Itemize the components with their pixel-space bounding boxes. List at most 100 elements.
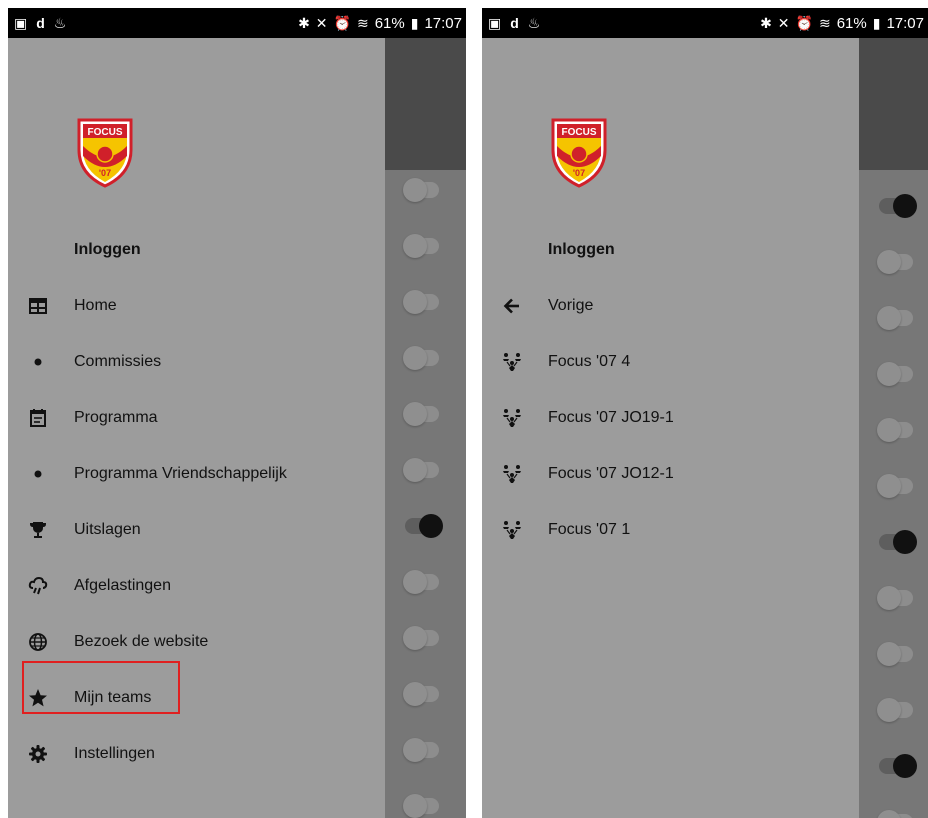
toggle-knob xyxy=(403,738,427,762)
menu-item-programma-vriendschappelijk[interactable]: Programma Vriendschappelijk xyxy=(8,446,385,502)
background-toggle-switch xyxy=(879,194,917,218)
toggle-knob xyxy=(403,178,427,202)
toggle-knob xyxy=(403,290,427,314)
menu-item-label: Instellingen xyxy=(74,745,155,762)
background-toggle-switch xyxy=(403,794,439,818)
background-toggle-switch xyxy=(403,682,439,706)
d-app-notification-icon: d xyxy=(36,15,45,31)
menu-item-label: Programma xyxy=(74,409,158,426)
back-item[interactable]: Vorige xyxy=(482,278,859,334)
toggle-knob xyxy=(877,418,901,442)
background-toggle-switch xyxy=(403,178,439,202)
battery-percentage: 61% xyxy=(374,14,405,32)
toggle-knob xyxy=(403,458,427,482)
toggle-knob xyxy=(877,306,901,330)
background-toggle-switch xyxy=(879,530,917,554)
toggle-knob xyxy=(893,754,917,778)
team-label: Focus '07 4 xyxy=(548,353,631,370)
toggle-knob xyxy=(403,794,427,818)
background-toggle-switch xyxy=(403,402,439,426)
menu-item-instellingen[interactable]: Instellingen xyxy=(8,726,385,782)
menu-item-uitslagen[interactable]: Uitslagen xyxy=(8,502,385,558)
svg-text:'07: '07 xyxy=(99,168,111,178)
club-logo: FOCUS '07 xyxy=(77,118,133,188)
menu-item-afgelastingen[interactable]: Afgelastingen xyxy=(8,558,385,614)
background-toggle-switch xyxy=(403,290,439,314)
background-toggle-switch xyxy=(403,626,439,650)
background-header xyxy=(859,38,928,170)
highlight-box xyxy=(22,661,180,714)
menu-item-label: Home xyxy=(74,297,117,314)
team-icon xyxy=(503,465,521,483)
status-bar: ▣ d ♨ ✱ ✕ ⏰ ≋ 61% ▮ 17:07 xyxy=(8,8,466,38)
toggle-knob xyxy=(877,362,901,386)
back-label: Vorige xyxy=(548,297,594,314)
status-bar: ▣ d ♨ ✱ ✕ ⏰ ≋ 61% ▮ 17:07 xyxy=(482,8,928,38)
background-toggle-switch xyxy=(403,234,439,258)
toggle-knob xyxy=(403,682,427,706)
toggle-knob xyxy=(403,402,427,426)
toggle-knob xyxy=(877,586,901,610)
menu-item-label: Afgelastingen xyxy=(74,577,171,594)
mute-icon: ✕ xyxy=(777,15,790,31)
background-toggle-switch xyxy=(877,474,913,498)
globe-icon xyxy=(29,633,47,651)
team-item[interactable]: Focus '07 4 xyxy=(482,334,859,390)
battery-icon: ▮ xyxy=(872,15,881,31)
arrow-left-icon xyxy=(503,298,519,314)
background-toggle-switch xyxy=(403,346,439,370)
menu-item-label: Uitslagen xyxy=(74,521,141,538)
toggle-knob xyxy=(893,194,917,218)
team-item[interactable]: Focus '07 JO19-1 xyxy=(482,390,859,446)
menu-item-label: Programma Vriendschappelijk xyxy=(74,465,287,482)
toggle-knob xyxy=(877,810,901,818)
menu-item-home[interactable]: Home xyxy=(8,278,385,334)
login-item[interactable]: Inloggen xyxy=(8,222,385,278)
team-item[interactable]: Focus '07 1 xyxy=(482,502,859,558)
background-toggle-switch xyxy=(877,418,913,442)
login-label: Inloggen xyxy=(74,241,141,258)
toggle-knob xyxy=(419,514,443,538)
team-icon xyxy=(503,409,521,427)
clock: 17:07 xyxy=(886,14,924,32)
toggle-knob xyxy=(877,250,901,274)
team-label: Focus '07 JO12-1 xyxy=(548,465,674,482)
background-toggle-switch xyxy=(403,570,439,594)
toggle-knob xyxy=(877,474,901,498)
menu-item-commissies[interactable]: Commissies xyxy=(8,334,385,390)
svg-text:FOCUS: FOCUS xyxy=(88,127,123,138)
toggle-knob xyxy=(893,530,917,554)
background-toggle-switch xyxy=(879,754,917,778)
menu-item-programma[interactable]: Programma xyxy=(8,390,385,446)
battery-icon: ▮ xyxy=(410,15,419,31)
right-screenshot: ▣ d ♨ ✱ ✕ ⏰ ≋ 61% ▮ 17:07 FOCUS '07 Inlo… xyxy=(482,8,928,818)
wifi-signal-icon: ≋ xyxy=(818,15,831,31)
wifi-signal-icon: ≋ xyxy=(356,15,369,31)
team-label: Focus '07 1 xyxy=(548,521,631,538)
dot-icon xyxy=(34,358,42,366)
trophy-icon xyxy=(30,522,46,538)
alarm-icon: ⏰ xyxy=(795,15,813,31)
background-toggle-switch xyxy=(405,514,443,538)
team-item[interactable]: Focus '07 JO12-1 xyxy=(482,446,859,502)
toggle-knob xyxy=(403,570,427,594)
svg-text:FOCUS: FOCUS xyxy=(562,127,597,138)
background-app-strip xyxy=(859,38,928,818)
background-toggle-switch xyxy=(877,810,913,818)
background-toggle-switch xyxy=(877,250,913,274)
calendar-list-icon xyxy=(30,409,46,427)
gallery-notification-icon: ▣ xyxy=(488,15,502,31)
toggle-knob xyxy=(877,698,901,722)
app-notification-icon: ♨ xyxy=(53,15,67,31)
svg-text:'07: '07 xyxy=(573,168,585,178)
login-item[interactable]: Inloggen xyxy=(482,222,859,278)
navigation-drawer: FOCUS '07 Inloggen Vorige Focus '07 4 Fo… xyxy=(482,38,859,818)
gear-icon xyxy=(29,745,47,763)
mute-icon: ✕ xyxy=(315,15,328,31)
login-label: Inloggen xyxy=(548,241,615,258)
team-label: Focus '07 JO19-1 xyxy=(548,409,674,426)
gallery-notification-icon: ▣ xyxy=(14,15,28,31)
battery-percentage: 61% xyxy=(836,14,867,32)
background-toggle-switch xyxy=(403,738,439,762)
team-icon xyxy=(503,521,521,539)
